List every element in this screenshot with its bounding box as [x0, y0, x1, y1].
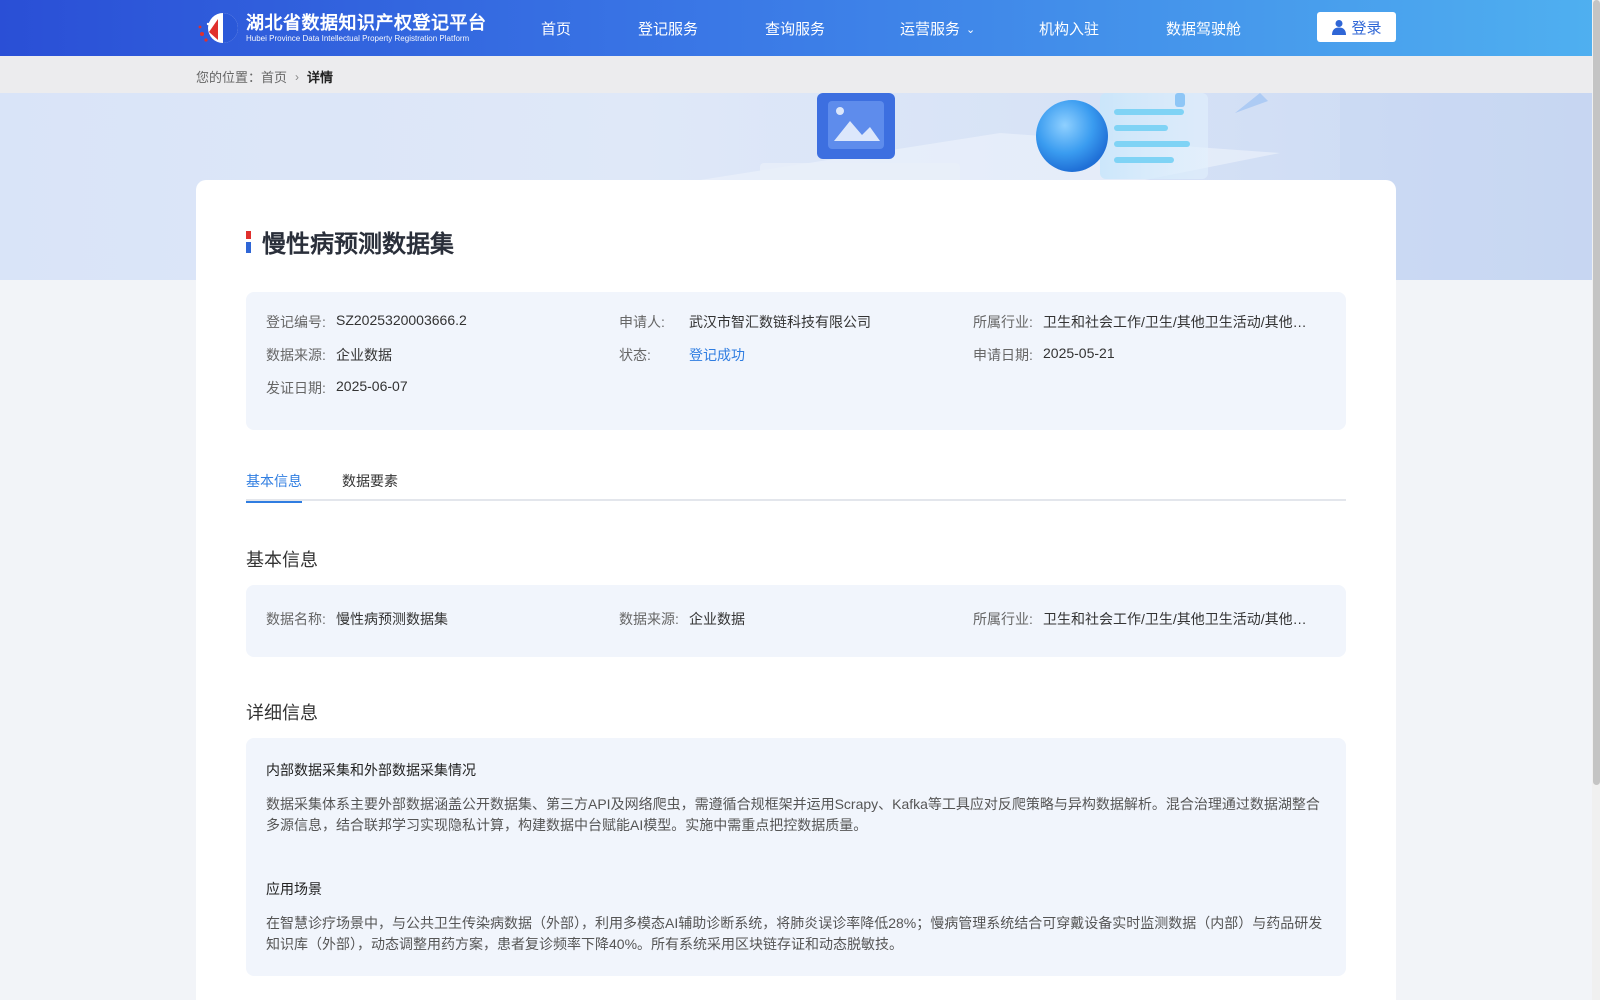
summary-value: 2025-06-07: [336, 378, 408, 394]
summary-label: 所属行业:: [973, 314, 1033, 330]
breadcrumb-prefix: 您的位置：: [196, 70, 262, 85]
basic-info-heading: 基本信息: [246, 550, 318, 570]
summary-label: 申请日期:: [973, 347, 1033, 363]
collection-text: 数据采集体系主要外部数据涵盖公开数据集、第三方API及网络爬虫，需遵循合规框架并…: [266, 796, 1320, 833]
scenario-heading: 应用场景: [266, 881, 322, 897]
tab-data-elements[interactable]: 数据要素: [342, 471, 398, 501]
summary-label: 登记编号:: [266, 314, 326, 330]
nav-institution-entry[interactable]: 机构入驻: [1039, 18, 1099, 39]
logo-title-en: Hubei Province Data Intellectual Propert…: [246, 33, 470, 43]
summary-registration-number: 登记编号: SZ2025320003666.2: [266, 312, 467, 332]
summary-value: 企业数据: [336, 347, 392, 363]
nav-home[interactable]: 首页: [541, 18, 571, 39]
login-label: 登录: [1351, 19, 1382, 37]
breadcrumb-home-link[interactable]: 首页: [261, 67, 287, 86]
nav-data-cockpit[interactable]: 数据驾驶舱: [1166, 18, 1241, 39]
platform-logo[interactable]: 湖北省数据知识产权登记平台 Hubei Province Data Intell…: [196, 10, 487, 46]
chevron-down-icon: ⌄: [966, 24, 976, 36]
summary-apply-date: 申请日期: 2025-05-21: [973, 345, 1115, 365]
summary-label: 状态:: [619, 347, 651, 363]
user-icon: [1332, 20, 1347, 35]
breadcrumb: 您的位置： 首页 › 详情: [196, 67, 333, 86]
basic-data-name: 数据名称: 慢性病预测数据集: [266, 609, 448, 629]
logo-title-cn: 湖北省数据知识产权登记平台: [246, 12, 487, 33]
basic-label: 数据名称:: [266, 611, 326, 627]
basic-value: 卫生和社会工作/卫生/其他卫生活动/其他卫生活动: [1043, 611, 1313, 627]
page-title: 慢性病预测数据集: [262, 231, 454, 258]
basic-label: 数据来源:: [619, 611, 679, 627]
basic-info-panel: 数据名称: 慢性病预测数据集 数据来源: 企业数据 所属行业: 卫生和社会工作/…: [246, 585, 1346, 657]
detail-info-heading: 详细信息: [246, 703, 318, 723]
summary-panel: 登记编号: SZ2025320003666.2 申请人: 武汉市智汇数链科技有限…: [246, 292, 1346, 430]
breadcrumb-bar: 您的位置： 首页 › 详情: [0, 56, 1592, 93]
basic-data-source: 数据来源: 企业数据: [619, 609, 745, 629]
detail-card: 慢性病预测数据集 登记编号: SZ2025320003666.2 申请人: 武汉…: [196, 180, 1396, 1000]
summary-label: 申请人:: [619, 314, 665, 330]
scenario-text: 在智慧诊疗场景中，与公共卫生传染病数据（外部），利用多模态AI辅助诊断系统，将肺…: [266, 915, 1323, 952]
summary-value: 武汉市智汇数链科技有限公司: [689, 314, 871, 330]
status-badge: 登记成功: [689, 347, 745, 363]
collection-heading: 内部数据采集和外部数据采集情况: [266, 762, 476, 778]
tab-basic-info[interactable]: 基本信息: [246, 471, 302, 503]
detail-title-row: 慢性病预测数据集: [246, 224, 454, 259]
basic-value: 企业数据: [689, 611, 745, 627]
summary-label: 数据来源:: [266, 347, 326, 363]
scrollbar-thumb[interactable]: [1593, 0, 1600, 785]
summary-value: 卫生和社会工作/卫生/其他卫生活动/其他卫生活动: [1043, 314, 1313, 330]
summary-issue-date: 发证日期: 2025-06-07: [266, 378, 408, 398]
title-flag-icon: [246, 230, 251, 253]
nav-query-service[interactable]: 查询服务: [765, 18, 825, 39]
summary-value: 2025-05-21: [1043, 345, 1115, 361]
top-navigation-bar: 湖北省数据知识产权登记平台 Hubei Province Data Intell…: [0, 0, 1600, 56]
summary-data-source: 数据来源: 企业数据: [266, 345, 392, 365]
summary-label: 发证日期:: [266, 380, 326, 396]
basic-label: 所属行业:: [973, 611, 1033, 627]
logo-icon: [198, 13, 238, 43]
nav-operation-label: 运营服务: [900, 21, 961, 38]
basic-value: 慢性病预测数据集: [336, 611, 448, 627]
basic-industry: 所属行业: 卫生和社会工作/卫生/其他卫生活动/其他卫生活动: [973, 609, 1313, 629]
summary-applicant: 申请人: 武汉市智汇数链科技有限公司: [619, 312, 871, 332]
logo-text: 湖北省数据知识产权登记平台 Hubei Province Data Intell…: [246, 13, 487, 44]
summary-status: 状态: 登记成功: [619, 345, 745, 365]
breadcrumb-current: 详情: [307, 70, 334, 85]
summary-value: SZ2025320003666.2: [336, 312, 467, 328]
detail-tabs: 基本信息 数据要素: [246, 471, 1346, 503]
detail-info-panel: 内部数据采集和外部数据采集情况 数据采集体系主要外部数据涵盖公开数据集、第三方A…: [246, 738, 1346, 976]
nav-operation-service[interactable]: 运营服务 ⌄: [900, 18, 975, 39]
nav-registration-service[interactable]: 登记服务: [638, 18, 698, 39]
summary-industry: 所属行业: 卫生和社会工作/卫生/其他卫生活动/其他卫生活动: [973, 312, 1313, 332]
chevron-right-icon: ›: [295, 69, 300, 84]
login-button[interactable]: 登录: [1317, 12, 1396, 42]
